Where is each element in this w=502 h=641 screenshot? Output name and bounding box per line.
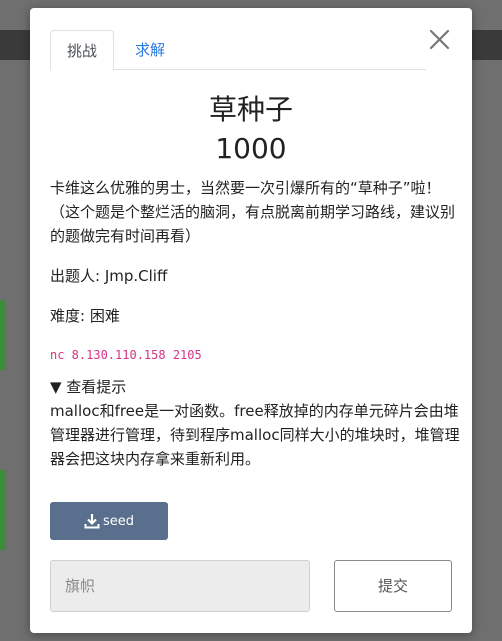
- tab-solves[interactable]: 求解: [122, 30, 178, 70]
- challenge-description: 卡维这么优雅的男士，当然要一次引爆所有的“草种子”啦！（这个题是个整烂活的脑洞，…: [50, 179, 456, 245]
- backdrop-accent: [0, 300, 6, 370]
- challenge-name: 草种子: [208, 93, 293, 126]
- close-icon: [429, 29, 450, 50]
- submit-button[interactable]: 提交: [334, 560, 452, 612]
- close-button[interactable]: [426, 26, 454, 54]
- challenge-difficulty: 难度: 困难: [50, 307, 120, 325]
- download-icon: [84, 514, 100, 529]
- challenge-value: 1000: [215, 132, 287, 165]
- hint-text: malloc和free是一对函数。free释放掉的内存单元碎片会由堆管理器进行管…: [50, 402, 460, 468]
- hint-toggle[interactable]: ▼ 查看提示: [50, 376, 126, 397]
- flag-input[interactable]: [50, 560, 310, 612]
- seed-file-label: seed: [102, 513, 135, 529]
- challenge-author: 出题人: Jmp.Cliff: [50, 267, 168, 285]
- backdrop-accent: [0, 470, 6, 550]
- challenge-modal: 挑战 求解 草种子 1000 卡维这么优雅的男士，当然要一次引爆所有的“草种子”…: [30, 8, 472, 633]
- connection-command: nc 8.130.110.158 2105: [50, 348, 202, 362]
- modal-tabs: 挑战 求解: [50, 30, 426, 71]
- download-seed-button[interactable]: seed: [50, 502, 168, 540]
- tab-challenge[interactable]: 挑战: [50, 30, 114, 71]
